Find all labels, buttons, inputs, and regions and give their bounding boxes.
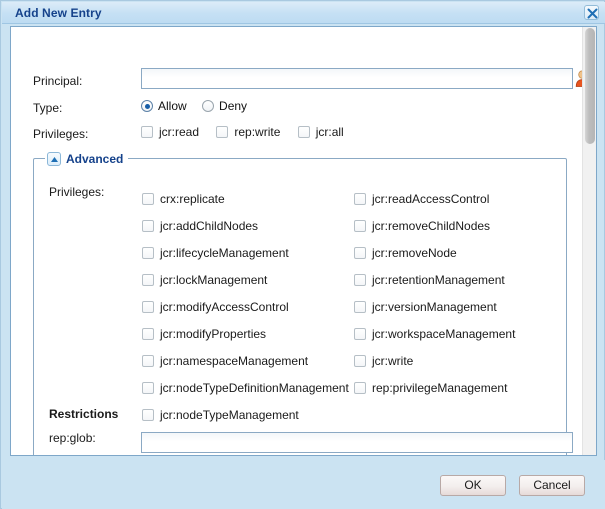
checkbox-label: jcr:addChildNodes bbox=[160, 218, 259, 233]
advanced-fieldset: Advanced Privileges: crx:replicate jcr:a… bbox=[33, 151, 567, 455]
checkbox-jcr-write[interactable]: jcr:write bbox=[354, 347, 515, 374]
checkbox-icon bbox=[142, 354, 154, 367]
checkbox-label: jcr:readAccessControl bbox=[372, 191, 490, 206]
checkbox-icon bbox=[354, 246, 366, 259]
checkbox-label: rep:write bbox=[234, 125, 281, 139]
checkbox-label: jcr:lifecycleManagement bbox=[160, 245, 289, 260]
chevron-up-icon bbox=[51, 157, 58, 162]
radio-allow-icon bbox=[141, 100, 153, 112]
advanced-privileges-right-column: jcr:readAccessControl jcr:removeChildNod… bbox=[354, 185, 515, 401]
dialog-title: Add New Entry bbox=[15, 6, 102, 20]
type-radio-group: Allow Deny bbox=[141, 99, 259, 115]
checkbox-icon bbox=[354, 273, 366, 286]
type-radio-allow[interactable]: Allow bbox=[141, 99, 187, 113]
checkbox-jcr-removenode[interactable]: jcr:removeNode bbox=[354, 239, 515, 266]
checkbox-jcr-workspacemanagement[interactable]: jcr:workspaceManagement bbox=[354, 320, 515, 347]
checkbox-rep-write[interactable]: rep:write bbox=[216, 125, 280, 139]
checkbox-icon bbox=[354, 327, 366, 340]
cancel-button[interactable]: Cancel bbox=[519, 475, 585, 496]
dialog-body: Principal: Type: Allow Deny Privileges: bbox=[10, 26, 597, 456]
close-icon bbox=[587, 8, 598, 19]
checkbox-jcr-nodetypedefinitionmanagement[interactable]: jcr:nodeTypeDefinitionManagement bbox=[142, 374, 349, 401]
checkbox-label: jcr:nodeTypeDefinitionManagement bbox=[160, 380, 349, 395]
checkbox-jcr-lifecyclemanagement[interactable]: jcr:lifecycleManagement bbox=[142, 239, 349, 266]
checkbox-jcr-retentionmanagement[interactable]: jcr:retentionManagement bbox=[354, 266, 515, 293]
checkbox-jcr-readaccesscontrol[interactable]: jcr:readAccessControl bbox=[354, 185, 515, 212]
add-new-entry-dialog: Add New Entry Principal: Type: Allow Den… bbox=[0, 0, 605, 509]
rep-glob-label: rep:glob: bbox=[49, 431, 96, 445]
checkbox-icon bbox=[142, 273, 154, 286]
checkbox-icon bbox=[354, 354, 366, 367]
checkbox-label: jcr:read bbox=[159, 125, 200, 139]
checkbox-label: rep:privilegeManagement bbox=[372, 380, 508, 395]
type-label: Type: bbox=[33, 101, 63, 115]
checkbox-jcr-modifyaccesscontrol[interactable]: jcr:modifyAccessControl bbox=[142, 293, 349, 320]
checkbox-label: jcr:modifyAccessControl bbox=[160, 299, 289, 314]
checkbox-icon bbox=[142, 192, 154, 205]
checkbox-label: jcr:workspaceManagement bbox=[372, 326, 516, 341]
radio-deny-icon bbox=[202, 100, 215, 112]
advanced-collapse-toggle[interactable] bbox=[47, 152, 61, 166]
checkbox-jcr-read[interactable]: jcr:read bbox=[141, 125, 199, 139]
checkbox-label: jcr:lockManagement bbox=[160, 272, 268, 287]
checkbox-icon bbox=[142, 219, 154, 232]
type-radio-deny[interactable]: Deny bbox=[202, 99, 247, 113]
type-radio-deny-label: Deny bbox=[219, 99, 248, 113]
checkbox-label: crx:replicate bbox=[160, 191, 225, 206]
checkbox-jcr-namespacemanagement[interactable]: jcr:namespaceManagement bbox=[142, 347, 349, 374]
checkbox-icon bbox=[142, 381, 154, 394]
privileges-top-group: jcr:read rep:write jcr:all bbox=[141, 125, 358, 141]
privileges-label: Privileges: bbox=[33, 127, 89, 141]
checkbox-jcr-lockmanagement[interactable]: jcr:lockManagement bbox=[142, 266, 349, 293]
checkbox-label: jcr:nodeTypeManagement bbox=[160, 407, 299, 422]
checkbox-icon bbox=[297, 126, 310, 138]
checkbox-icon bbox=[142, 327, 154, 340]
checkbox-jcr-addchildnodes[interactable]: jcr:addChildNodes bbox=[142, 212, 349, 239]
checkbox-jcr-all[interactable]: jcr:all bbox=[297, 125, 344, 139]
checkbox-icon bbox=[216, 126, 229, 138]
ok-button[interactable]: OK bbox=[440, 475, 506, 496]
checkbox-label: jcr:removeChildNodes bbox=[372, 218, 491, 233]
checkbox-crx-replicate[interactable]: crx:replicate bbox=[142, 185, 349, 212]
checkbox-label: jcr:write bbox=[372, 353, 414, 368]
checkbox-icon bbox=[142, 246, 154, 259]
checkbox-jcr-nodetypemanagement[interactable]: jcr:nodeTypeManagement bbox=[142, 401, 349, 428]
checkbox-jcr-modifyproperties[interactable]: jcr:modifyProperties bbox=[142, 320, 349, 347]
scrollbar-thumb[interactable] bbox=[585, 28, 595, 144]
checkbox-icon bbox=[354, 219, 366, 232]
checkbox-label: jcr:retentionManagement bbox=[372, 272, 505, 287]
checkbox-icon bbox=[354, 300, 366, 313]
checkbox-label: jcr:versionManagement bbox=[372, 299, 497, 314]
checkbox-icon bbox=[354, 192, 366, 205]
checkbox-icon bbox=[354, 381, 366, 394]
dialog-content: Principal: Type: Allow Deny Privileges: bbox=[11, 27, 589, 455]
advanced-legend: Advanced bbox=[45, 151, 129, 167]
type-radio-allow-label: Allow bbox=[158, 99, 187, 113]
checkbox-icon bbox=[142, 408, 154, 421]
advanced-privileges-label: Privileges: bbox=[49, 185, 105, 199]
dialog-titlebar: Add New Entry bbox=[2, 2, 605, 24]
checkbox-icon bbox=[142, 300, 154, 313]
principal-label: Principal: bbox=[33, 74, 83, 88]
advanced-privileges-left-column: crx:replicate jcr:addChildNodes jcr:life… bbox=[142, 185, 349, 428]
checkbox-rep-privilegemanagement[interactable]: rep:privilegeManagement bbox=[354, 374, 515, 401]
checkbox-jcr-removechildnodes[interactable]: jcr:removeChildNodes bbox=[354, 212, 515, 239]
vertical-scrollbar[interactable] bbox=[582, 27, 596, 455]
checkbox-label: jcr:namespaceManagement bbox=[160, 353, 309, 368]
restrictions-title: Restrictions bbox=[49, 407, 119, 421]
dialog-footer: OK Cancel bbox=[2, 460, 605, 509]
checkbox-label: jcr:modifyProperties bbox=[160, 326, 267, 341]
checkbox-icon bbox=[141, 126, 153, 138]
checkbox-label: jcr:all bbox=[315, 125, 344, 139]
close-button[interactable] bbox=[584, 5, 599, 20]
rep-glob-input[interactable] bbox=[141, 432, 573, 453]
checkbox-jcr-versionmanagement[interactable]: jcr:versionManagement bbox=[354, 293, 515, 320]
checkbox-label: jcr:removeNode bbox=[372, 245, 457, 260]
principal-input[interactable] bbox=[141, 68, 573, 89]
advanced-legend-label: Advanced bbox=[66, 152, 124, 166]
